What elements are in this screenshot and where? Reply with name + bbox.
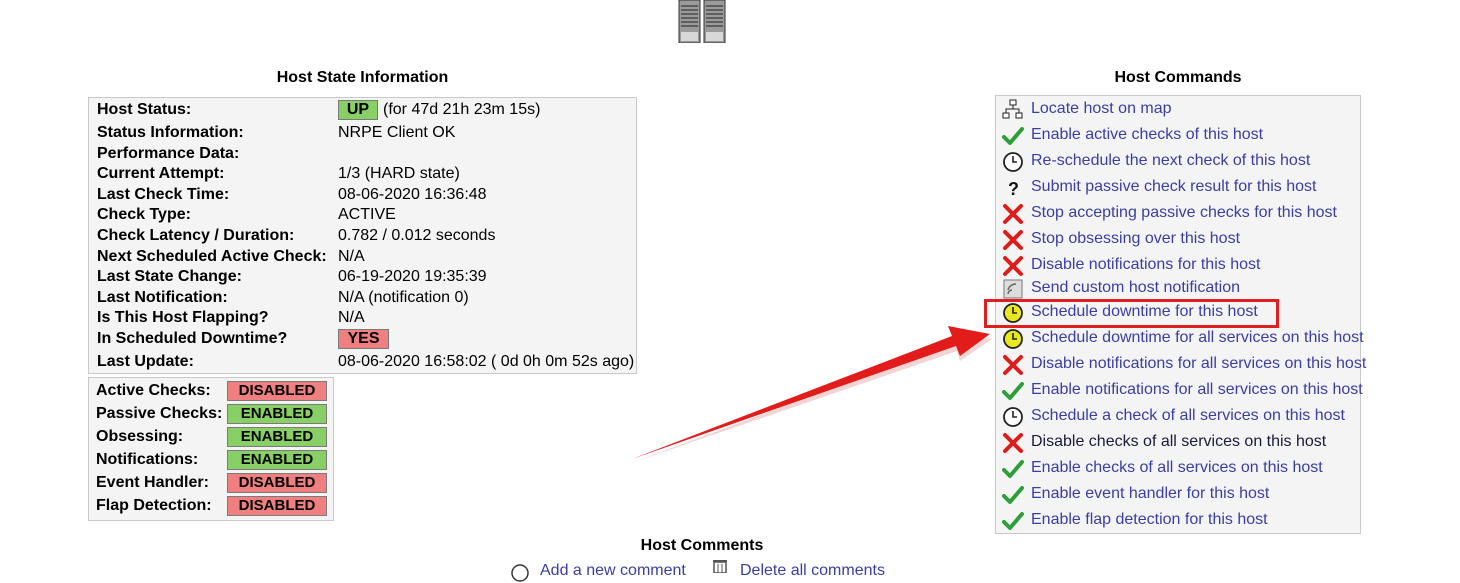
map-icon: [1002, 99, 1024, 121]
cmd-link[interactable]: Disable checks of all services on this h…: [1031, 430, 1326, 454]
host-commands-title: Host Commands: [1114, 69, 1242, 86]
cmd-link[interactable]: Stop obsessing over this host: [1031, 227, 1240, 251]
state-value: 08-06-2020 16:58:02 ( 0d 0h 0m 52s ago): [338, 353, 635, 370]
cmd-link[interactable]: Schedule downtime for all services on th…: [1031, 326, 1364, 350]
add-comment-icon[interactable]: [510, 563, 530, 583]
state-value: N/A: [338, 248, 365, 265]
clock-icon: [1002, 151, 1024, 173]
cmd-link[interactable]: Disable notifications for this host: [1031, 253, 1260, 277]
state-value: YES: [338, 328, 394, 349]
cmd-link[interactable]: Submit passive check result for this hos…: [1031, 175, 1316, 199]
state-value: ACTIVE: [338, 206, 396, 223]
state-label: Last Notification:: [97, 289, 228, 306]
cmd-link[interactable]: Enable event handler for this host: [1031, 482, 1269, 506]
red-x-icon: [1002, 354, 1024, 376]
highlight-box: [984, 299, 1279, 328]
state-value-text: (for 47d 21h 23m 15s): [383, 101, 541, 118]
checks-panel: Active Checks: DISABLED Passive Checks: ENA…: [88, 377, 334, 521]
red-x-icon: [1002, 229, 1024, 251]
check-label: Passive Checks:: [96, 405, 223, 422]
state-label: Last Check Time:: [97, 186, 230, 203]
check-label: Flap Detection:: [96, 497, 212, 514]
check-label: Notifications:: [96, 451, 199, 468]
delete-comments-link[interactable]: Delete all comments: [740, 562, 885, 580]
state-label: In Scheduled Downtime?: [97, 330, 288, 347]
cmd-link[interactable]: Enable active checks of this host: [1031, 123, 1263, 147]
red-x-icon: [1002, 255, 1024, 277]
yellow-clock-icon: [1002, 328, 1024, 350]
host-status-badge: UP: [338, 100, 378, 120]
state-label: Performance Data:: [97, 145, 240, 162]
question-icon: ?: [1002, 177, 1024, 199]
state-value: NRPE Client OK: [338, 124, 456, 141]
check-status-badge: ENABLED: [227, 427, 327, 447]
check-label: Obsessing:: [96, 428, 184, 445]
checkmark-icon: [1002, 510, 1024, 532]
notify-icon: [1002, 278, 1024, 300]
cmd-link[interactable]: Send custom host notification: [1031, 276, 1240, 300]
state-label: Is This Host Flapping?: [97, 309, 269, 326]
state-value: 06-19-2020 19:35:39: [338, 268, 487, 285]
state-label: Status Information:: [97, 124, 244, 141]
check-label: Active Checks:: [96, 382, 211, 399]
svg-text:?: ?: [1008, 179, 1019, 199]
state-label: Check Latency / Duration:: [97, 227, 295, 244]
state-value: UP (for 47d 21h 23m 15s): [338, 99, 540, 120]
clock-icon: [1002, 406, 1024, 428]
red-x-icon: [1002, 203, 1024, 225]
cmd-link[interactable]: Enable checks of all services on this ho…: [1031, 456, 1323, 480]
check-status-badge: DISABLED: [227, 473, 327, 493]
state-value: N/A (notification 0): [338, 289, 469, 306]
state-label: Host Status:: [97, 101, 192, 118]
check-label: Event Handler:: [96, 474, 209, 491]
state-label: Last State Change:: [97, 268, 242, 285]
server-icon: [678, 0, 726, 43]
cmd-link[interactable]: Schedule a check of all services on this…: [1031, 404, 1345, 428]
downtime-badge: YES: [338, 329, 389, 349]
check-status-badge: DISABLED: [227, 496, 327, 516]
state-label: Current Attempt:: [97, 165, 225, 182]
state-label: Check Type:: [97, 206, 191, 223]
checkmark-icon: [1002, 125, 1024, 147]
state-value: N/A: [338, 309, 365, 326]
check-status-badge: ENABLED: [227, 404, 327, 424]
check-status-badge: DISABLED: [227, 381, 327, 401]
cmd-link[interactable]: Disable notifications for all services o…: [1031, 352, 1366, 376]
cmd-link[interactable]: Re-schedule the next check of this host: [1031, 149, 1310, 173]
checkmark-icon: [1002, 458, 1024, 480]
cmd-link[interactable]: Locate host on map: [1031, 97, 1172, 121]
cmd-link[interactable]: Enable notifications for all services on…: [1031, 378, 1363, 402]
state-value: 1/3 (HARD state): [338, 165, 460, 182]
checkmark-icon: [1002, 484, 1024, 506]
state-label: Next Scheduled Active Check:: [97, 248, 327, 265]
checkmark-icon: [1002, 380, 1024, 402]
cmd-link[interactable]: Stop accepting passive checks for this h…: [1031, 201, 1337, 225]
state-label: Last Update:: [97, 353, 194, 370]
check-status-badge: ENABLED: [227, 450, 327, 470]
host-state-title: Host State Information: [276, 69, 449, 86]
red-x-icon: [1002, 432, 1024, 454]
host-comments-title: Host Comments: [640, 537, 764, 554]
host-state-panel: Host Status: UP (for 47d 21h 23m 15s) Statu…: [88, 97, 637, 374]
cmd-link[interactable]: Enable flap detection for this host: [1031, 508, 1268, 532]
add-comment-link[interactable]: Add a new comment: [540, 562, 686, 580]
state-value: 0.782 / 0.012 seconds: [338, 227, 496, 244]
state-value: 08-06-2020 16:36:48: [338, 186, 487, 203]
